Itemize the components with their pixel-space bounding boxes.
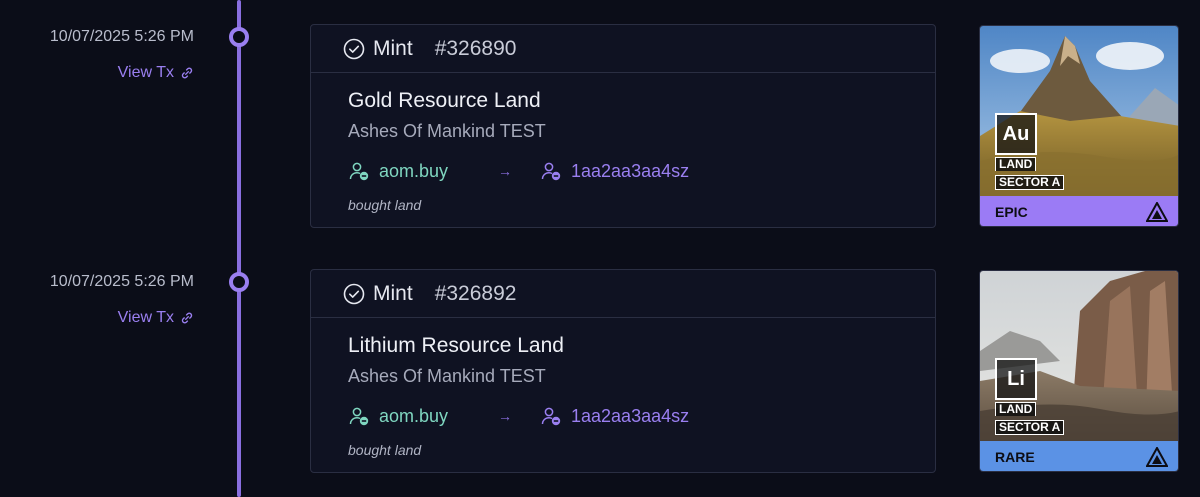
event-card[interactable]: Mint #326892 Lithium Resource Land Ashes… xyxy=(310,269,936,473)
view-tx-link[interactable]: View Tx xyxy=(118,64,194,82)
card-header: Mint #326892 xyxy=(311,270,935,318)
rarity-label: EPIC xyxy=(995,204,1028,220)
user-minus-icon xyxy=(349,162,369,181)
card-body: Lithium Resource Land Ashes Of Mankind T… xyxy=(311,318,935,458)
user-minus-icon xyxy=(541,407,561,426)
transfer-arrow: → xyxy=(498,408,512,424)
event-meta: 10/07/2025 5:26 PM View Tx xyxy=(50,273,194,327)
to-account[interactable]: 1aa2aa3aa4sz xyxy=(540,405,689,427)
card-header: Mint #326890 xyxy=(311,25,935,73)
nft-thumbnail[interactable]: Li LAND SECTOR A RARE xyxy=(979,270,1179,472)
user-minus-icon xyxy=(541,162,561,181)
from-account[interactable]: aom.buy xyxy=(348,160,498,182)
from-account[interactable]: aom.buy xyxy=(348,405,498,427)
rarity-bar: RARE xyxy=(980,441,1178,471)
timeline-dot xyxy=(229,272,249,292)
event-note: bought land xyxy=(348,197,422,213)
timeline-dot xyxy=(229,27,249,47)
aom-logo-icon xyxy=(1146,447,1168,467)
view-tx-label: View Tx xyxy=(117,309,174,326)
collection-name[interactable]: Ashes Of Mankind TEST xyxy=(348,366,935,387)
event-date: 10/07/2025 5:26 PM xyxy=(49,273,194,290)
token-id[interactable]: #326890 xyxy=(435,37,517,61)
event-card[interactable]: Mint #326890 Gold Resource Land Ashes Of… xyxy=(310,24,936,228)
sector-label: SECTOR A xyxy=(995,175,1065,190)
aom-logo-icon xyxy=(1146,202,1168,222)
element-symbol: Li xyxy=(995,358,1037,400)
to-address: 1aa2aa3aa4sz xyxy=(571,405,690,426)
resource-badge: Li LAND SECTOR A xyxy=(995,358,1065,436)
timeline-line xyxy=(237,0,241,497)
transfer-row: aom.buy → 1aa2aa3aa4sz xyxy=(348,159,935,183)
land-label: LAND xyxy=(995,402,1037,416)
transfer-row: aom.buy → 1aa2aa3aa4sz xyxy=(348,404,935,428)
resource-badge: Au LAND SECTOR A xyxy=(995,113,1065,191)
nft-thumbnail[interactable]: Au LAND SECTOR A EPIC xyxy=(979,25,1179,227)
link-icon xyxy=(181,67,193,79)
user-minus-icon xyxy=(349,407,369,426)
event-date: 10/07/2025 5:26 PM xyxy=(49,28,194,45)
land-title[interactable]: Gold Resource Land xyxy=(348,89,935,113)
event-type: Mint xyxy=(373,36,413,60)
rarity-label: RARE xyxy=(995,449,1035,465)
card-body: Gold Resource Land Ashes Of Mankind TEST… xyxy=(311,73,935,213)
check-circle-icon xyxy=(343,283,365,304)
view-tx-label: View Tx xyxy=(117,64,174,81)
token-id[interactable]: #326892 xyxy=(435,282,517,306)
event-type: Mint xyxy=(373,281,413,305)
event-note: bought land xyxy=(348,442,422,458)
to-address: 1aa2aa3aa4sz xyxy=(571,160,690,181)
collection-name[interactable]: Ashes Of Mankind TEST xyxy=(348,121,935,142)
element-symbol: Au xyxy=(995,113,1037,155)
rarity-bar: EPIC xyxy=(980,196,1178,226)
to-account[interactable]: 1aa2aa3aa4sz xyxy=(540,160,689,182)
transfer-arrow: → xyxy=(498,163,512,179)
land-title[interactable]: Lithium Resource Land xyxy=(348,334,935,358)
land-label: LAND xyxy=(995,157,1037,171)
from-address: aom.buy xyxy=(379,405,449,426)
view-tx-link[interactable]: View Tx xyxy=(118,309,194,327)
activity-timeline: 10/07/2025 5:26 PM View Tx Mint #326890 … xyxy=(0,0,1200,497)
check-circle-icon xyxy=(343,38,365,59)
sector-label: SECTOR A xyxy=(995,420,1065,435)
from-address: aom.buy xyxy=(379,160,449,181)
event-meta: 10/07/2025 5:26 PM View Tx xyxy=(50,28,194,82)
link-icon xyxy=(181,312,193,324)
